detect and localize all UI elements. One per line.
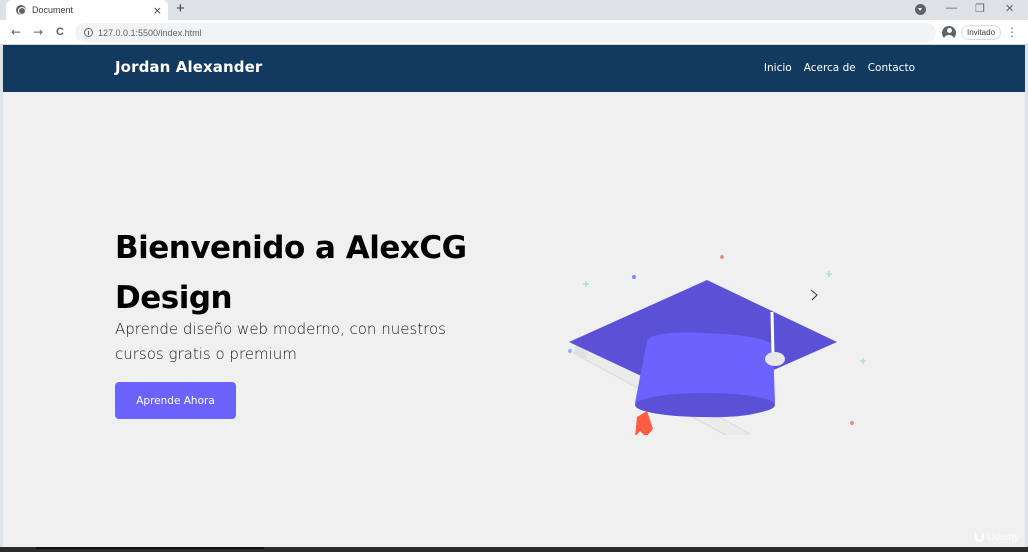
hero-subtitle: Aprende diseño web moderno, con nuestros…	[115, 320, 446, 363]
nav-link-inicio[interactable]: Inicio	[764, 62, 792, 74]
url-text[interactable]: 127.0.0.1:5500/index.html	[98, 28, 202, 38]
site-navbar: Jordan Alexander Inicio Acerca de Contac…	[3, 45, 1025, 92]
tab-document[interactable]: Document ×	[6, 0, 168, 20]
profile-button[interactable]: Invitado	[942, 23, 1002, 42]
back-button[interactable]: ←	[11, 24, 21, 40]
browser-toolbar: ← → C 127.0.0.1:5500/index.html Invitado…	[0, 20, 1028, 45]
learn-now-button[interactable]: Aprende Ahora	[115, 382, 236, 419]
graduation-cap-illustration	[568, 255, 866, 435]
ribbon	[635, 411, 653, 435]
site-info-icon[interactable]	[84, 28, 93, 37]
cap-body	[635, 332, 775, 418]
profile-label: Invitado	[961, 25, 1002, 40]
tab-strip: Document × + — ❐ ✕	[0, 0, 1028, 20]
watermark-text: Udemy	[987, 532, 1019, 543]
nav-link-acerca[interactable]: Acerca de	[804, 62, 856, 74]
site-nav-links: Inicio Acerca de Contacto	[764, 62, 915, 74]
minimize-button[interactable]: —	[946, 2, 957, 14]
nav-link-contacto[interactable]: Contacto	[868, 62, 915, 74]
new-tab-button[interactable]: +	[176, 1, 185, 17]
address-bar[interactable]: 127.0.0.1:5500/index.html	[75, 23, 936, 42]
avatar-icon	[942, 25, 956, 40]
browser-menu-icon[interactable]: ⋮	[1006, 24, 1018, 40]
bottom-bar-segment	[36, 547, 264, 549]
pointer-cursor-icon	[810, 289, 818, 301]
window-close-button[interactable]: ✕	[1005, 2, 1014, 15]
tab-close-icon[interactable]: ×	[153, 5, 162, 16]
tab-search-icon[interactable]	[915, 4, 926, 15]
restore-button[interactable]: ❐	[975, 2, 985, 15]
tab-title: Document	[32, 5, 74, 15]
hero-title: Bienvenido a AlexCG Design	[115, 230, 467, 316]
globe-icon	[16, 5, 26, 15]
udemy-watermark: Udemy	[975, 532, 1019, 543]
udemy-logo-icon	[975, 533, 985, 542]
forward-button[interactable]: →	[33, 24, 43, 40]
page-viewport: Jordan Alexander Inicio Acerca de Contac…	[3, 45, 1025, 547]
browser-window: Document × + — ❐ ✕ ← → C 127.0.0.1:5500/…	[0, 0, 1028, 552]
reload-button[interactable]: C	[56, 24, 64, 40]
bottom-bar	[0, 547, 1028, 552]
site-brand[interactable]: Jordan Alexander	[115, 58, 262, 76]
